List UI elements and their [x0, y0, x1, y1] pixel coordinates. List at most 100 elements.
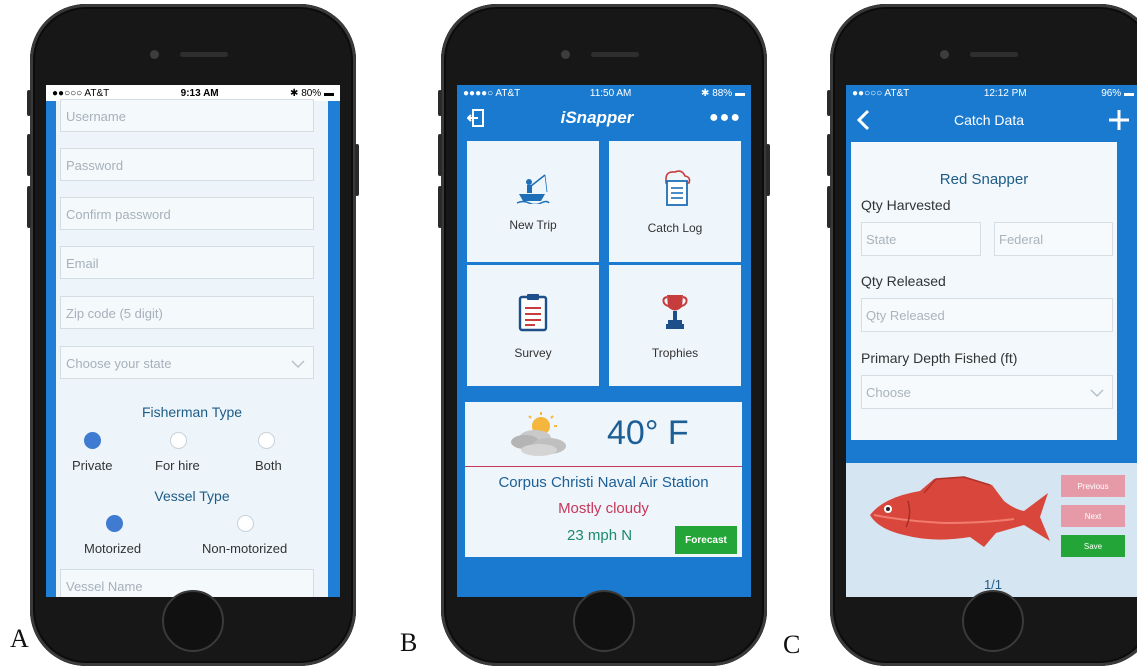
station-name: Corpus Christi Naval Air Station	[498, 474, 709, 491]
tile-survey-label: Survey	[514, 345, 552, 360]
radio-both[interactable]	[258, 432, 275, 449]
state-select-value: Choose your state	[66, 356, 172, 371]
vessel-type-title: Vessel Type	[154, 488, 230, 504]
federal-qty-input[interactable]: Federal	[994, 222, 1113, 256]
password-field[interactable]: Password	[60, 148, 314, 181]
trophy-icon	[662, 294, 688, 329]
power-button	[355, 144, 359, 196]
screen-catch-data: ●●○○○ AT&T 12:12 PM 96% ▬ Catch Data Red…	[846, 85, 1137, 597]
radio-private-label: Private	[72, 458, 113, 473]
earpiece-speaker	[970, 52, 1018, 57]
mute-switch	[827, 90, 831, 116]
panel-label-c: C	[783, 630, 801, 659]
radio-for-hire-label: For hire	[155, 458, 200, 473]
radio-motorized-label: Motorized	[84, 541, 142, 556]
screen-home: ●●●●○ AT&T 11:50 AM ✱ 88% ▬ iSnapper ●●●…	[457, 85, 751, 597]
front-camera	[150, 50, 159, 59]
chevron-down-icon	[291, 360, 305, 368]
screen-registration: ●●○○○ AT&T 9:13 AM ✱ 80% ▬ Username Pass…	[46, 85, 340, 597]
status-bar: ●●○○○ AT&T 12:12 PM 96% ▬	[846, 85, 1137, 101]
save-button[interactable]: Save	[1061, 535, 1125, 557]
tile-catch-log-label: Catch Log	[647, 220, 703, 235]
forecast-button[interactable]: Forecast	[675, 526, 737, 554]
panel-label-b: B	[400, 628, 418, 657]
tile-trophies[interactable]: Trophies	[609, 265, 741, 386]
depth-select-value: Choose	[866, 385, 911, 400]
catch-log-icon	[665, 169, 691, 206]
catch-data-card: Red Snapper Qty Harvested State Federal …	[851, 142, 1117, 440]
radio-motorized[interactable]	[106, 515, 123, 532]
temperature: 40° F	[607, 414, 689, 452]
volume-up-button	[27, 134, 31, 176]
mute-switch	[438, 90, 442, 116]
page-title: Catch Data	[953, 112, 1025, 128]
qty-released-input[interactable]: Qty Released	[861, 298, 1113, 332]
radio-both-label: Both	[255, 458, 282, 473]
radio-for-hire[interactable]	[170, 432, 187, 449]
fish-image-panel: Previous Next Save 1/1	[846, 463, 1137, 597]
state-qty-input[interactable]: State	[861, 222, 981, 256]
radio-non-motorized[interactable]	[237, 515, 254, 532]
battery-level: ✱ 80% ▬	[290, 87, 334, 99]
qty-released-label: Qty Released	[861, 273, 946, 289]
mute-switch	[27, 90, 31, 116]
home-button[interactable]	[162, 590, 224, 652]
registration-form: Username Password Confirm password Email…	[56, 99, 328, 597]
chevron-down-icon	[1090, 389, 1104, 397]
radio-private[interactable]	[84, 432, 101, 449]
earpiece-speaker	[591, 52, 639, 57]
front-camera	[561, 50, 570, 59]
weather-condition: Mostly cloudy	[558, 500, 649, 517]
clipboard-icon	[518, 293, 548, 331]
tile-catch-log[interactable]: Catch Log	[609, 141, 741, 262]
username-field[interactable]: Username	[60, 99, 314, 132]
qty-harvested-label: Qty Harvested	[861, 197, 951, 213]
earpiece-speaker	[180, 52, 228, 57]
previous-button[interactable]: Previous	[1061, 475, 1125, 497]
tile-survey[interactable]: Survey	[467, 265, 599, 386]
phone-c: ●●○○○ AT&T 12:12 PM 96% ▬ Catch Data Red…	[827, 4, 1137, 666]
phone-b: ●●●●○ AT&T 11:50 AM ✱ 88% ▬ iSnapper ●●●…	[438, 4, 770, 666]
volume-down-button	[438, 186, 442, 228]
radio-non-motorized-label: Non-motorized	[202, 541, 288, 556]
wind-speed: 23 mph N	[567, 527, 633, 544]
battery-level: ✱ 88% ▬	[701, 87, 745, 99]
red-snapper-fish-image	[870, 476, 1050, 547]
carrier-signal: ●●●●○ AT&T	[463, 87, 521, 99]
logout-icon[interactable]	[467, 108, 485, 128]
tile-trophies-label: Trophies	[651, 345, 699, 360]
app-title: iSnapper	[560, 108, 634, 127]
volume-up-button	[438, 134, 442, 176]
status-bar: ●●●●○ AT&T 11:50 AM ✱ 88% ▬	[457, 85, 751, 101]
state-select[interactable]: Choose your state	[60, 346, 314, 379]
home-button[interactable]	[962, 590, 1024, 652]
add-icon[interactable]	[1108, 109, 1130, 131]
fishing-boat-icon	[516, 173, 550, 204]
app-header: iSnapper ●●●	[457, 101, 751, 135]
status-time: 12:12 PM	[983, 87, 1027, 99]
more-icon[interactable]: ●●●	[709, 109, 741, 127]
zip-code-field[interactable]: Zip code (5 digit)	[60, 296, 314, 329]
panel-label-a: A	[10, 624, 29, 653]
depth-select[interactable]: Choose	[861, 375, 1113, 409]
front-camera	[940, 50, 949, 59]
tile-new-trip-label: New Trip	[509, 217, 557, 232]
volume-down-button	[27, 186, 31, 228]
back-chevron-icon[interactable]	[856, 109, 870, 131]
phone-a: ●●○○○ AT&T 9:13 AM ✱ 80% ▬ Username Pass…	[27, 4, 359, 666]
fisherman-type-title: Fisherman Type	[141, 404, 243, 420]
species-name: Red Snapper	[939, 171, 1029, 188]
carrier-signal: ●●○○○ AT&T	[852, 87, 910, 99]
carrier-signal: ●●○○○ AT&T	[52, 87, 110, 99]
confirm-password-field[interactable]: Confirm password	[60, 197, 314, 230]
partly-cloudy-icon	[511, 412, 566, 456]
depth-label: Primary Depth Fished (ft)	[861, 350, 1018, 366]
next-button[interactable]: Next	[1061, 505, 1125, 527]
tile-new-trip[interactable]: New Trip	[467, 141, 599, 262]
status-time: 9:13 AM	[180, 87, 219, 99]
volume-down-button	[827, 186, 831, 228]
home-button[interactable]	[573, 590, 635, 652]
catch-data-header: Catch Data	[846, 101, 1137, 139]
status-time: 11:50 AM	[589, 87, 632, 99]
email-field[interactable]: Email	[60, 246, 314, 279]
